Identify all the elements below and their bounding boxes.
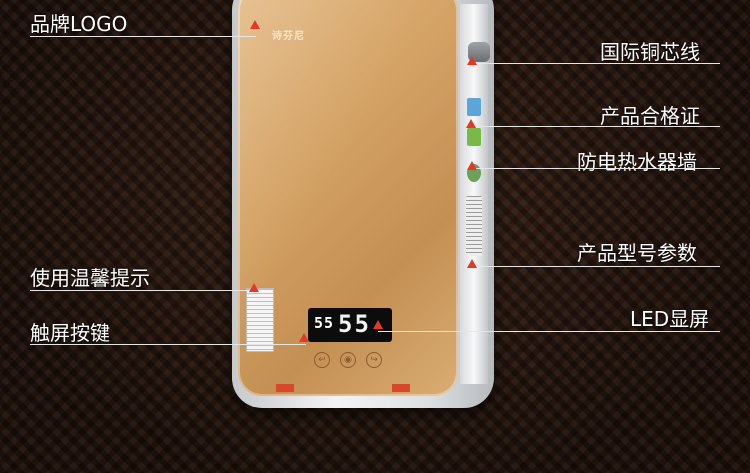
warning-card — [246, 288, 274, 352]
callout-marker — [467, 259, 477, 268]
wall-sticker — [467, 128, 481, 146]
callout-usage-tips: 使用温馨提示 — [30, 266, 150, 290]
spec-plate — [466, 196, 482, 256]
mount-bracket-right — [392, 384, 410, 392]
callout-line — [472, 168, 720, 169]
callout-led-screen: LED显屏 — [630, 307, 710, 331]
callout-line — [30, 344, 306, 345]
water-heater: 诗芬尼 55 55 ↩ ◉ ↪ — [232, 0, 494, 408]
callout-line — [470, 126, 720, 127]
callout-brand-logo: 品牌LOGO — [30, 12, 128, 36]
callout-copper-wire: 国际铜芯线 — [600, 40, 700, 64]
callout-marker — [299, 333, 309, 342]
callout-wall-protection: 防电热水器墙 — [577, 150, 697, 174]
callout-marker — [250, 20, 260, 29]
callout-line — [30, 36, 256, 37]
mount-bracket-left — [276, 384, 294, 392]
callout-model-spec: 产品型号参数 — [577, 241, 697, 265]
callout-line — [472, 266, 720, 267]
callout-marker — [466, 119, 476, 128]
swap-right-icon[interactable]: ↪ — [366, 352, 382, 368]
callout-marker — [249, 283, 259, 292]
brand-mark: 诗芬尼 — [272, 31, 305, 42]
callout-marker — [467, 56, 477, 65]
callout-certificate: 产品合格证 — [600, 104, 700, 128]
callout-marker — [467, 161, 477, 170]
callout-line — [30, 290, 254, 291]
power-icon[interactable]: ◉ — [340, 352, 356, 368]
gold-front-panel: 诗芬尼 55 55 ↩ ◉ ↪ — [238, 0, 458, 396]
product-callout-scene: 诗芬尼 55 55 ↩ ◉ ↪ 品牌LOGO 使用温馨提示 触屏按键 国际铜芯线 — [0, 0, 750, 473]
certificate-sticker — [467, 98, 481, 116]
display-small-digits: 55 — [314, 314, 335, 332]
callout-touch-keys: 触屏按键 — [30, 321, 110, 345]
swap-left-icon[interactable]: ↩ — [314, 352, 330, 368]
callout-marker — [373, 320, 383, 329]
callout-line — [472, 63, 720, 64]
callout-line — [378, 331, 720, 332]
display-big-digits: 55 — [338, 310, 371, 338]
